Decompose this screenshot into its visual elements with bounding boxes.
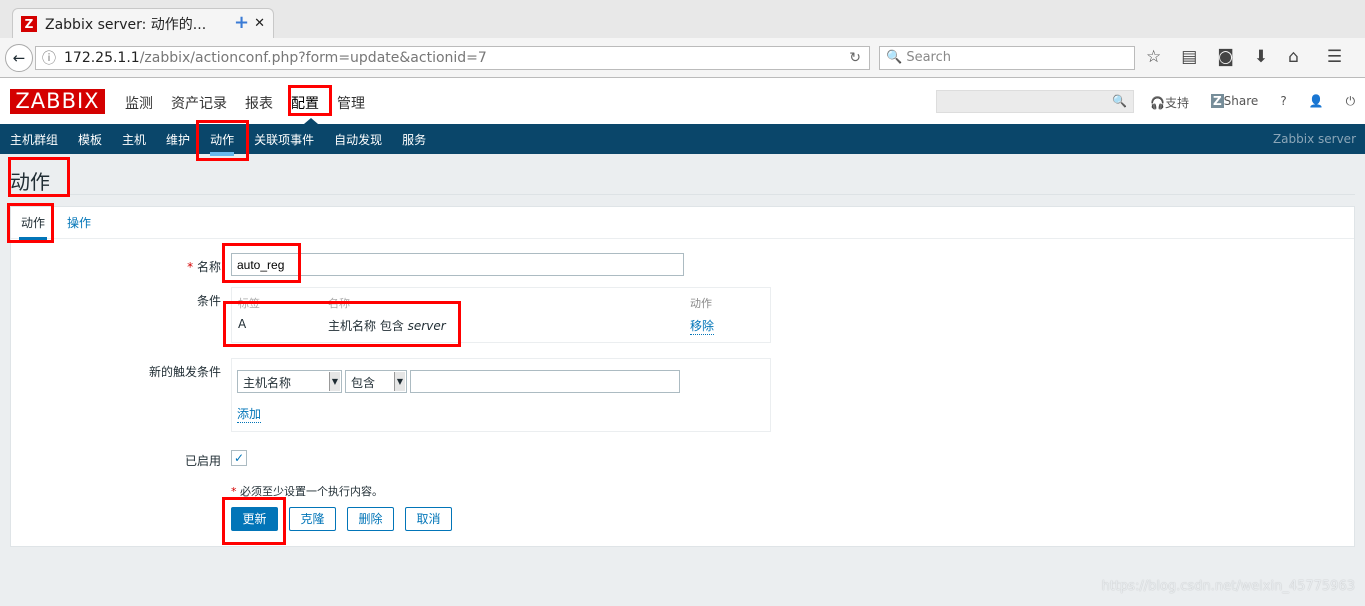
enabled-label: 已启用 [184,454,221,468]
search-icon[interactable]: 🔍 [1112,94,1127,108]
cancel-button[interactable]: 取消 [405,507,452,531]
highlight-box [196,120,249,161]
bookmark-star-icon[interactable]: ☆ [1146,47,1161,67]
user-profile-icon[interactable]: 👤 [1309,94,1324,111]
reading-list-icon[interactable]: ▤ [1181,47,1197,67]
add-condition-link[interactable]: 添加 [237,405,262,423]
submenu-discovery[interactable]: 自动发现 [334,131,382,148]
dropdown-arrow-icon: ▼ [394,372,405,391]
highlight-box [222,497,286,545]
enabled-checkbox[interactable]: ✓ [231,450,247,466]
url-host: 172.25.1.1 [64,50,140,66]
zabbix-logo[interactable]: ZABBIX [10,89,105,114]
highlight-box [7,203,54,243]
search-placeholder: Search [906,50,951,65]
home-icon[interactable]: ⌂ [1288,47,1299,67]
condition-type-select[interactable]: 主机名称 ▼ [237,370,342,393]
download-icon[interactable]: ⬇ [1254,47,1268,67]
clone-button[interactable]: 克隆 [289,507,336,531]
submenu-services[interactable]: 服务 [402,131,426,148]
new-condition-label: 新的触发条件 [148,365,221,379]
pocket-icon[interactable]: ◙ [1217,47,1234,67]
reload-icon[interactable]: ↻ [849,50,861,66]
submenu-maintenance[interactable]: 维护 [166,131,190,148]
highlight-box [223,301,461,347]
help-icon[interactable]: ? [1280,94,1286,111]
new-condition-box: 主机名称 ▼ 包含 ▼ 添加 [231,358,771,432]
highlight-box [288,85,332,116]
support-link[interactable]: 🎧支持 [1150,94,1189,111]
tab-operations[interactable]: 操作 [67,214,91,231]
share-link[interactable]: Z Share [1210,94,1259,111]
watermark: https://blog.csdn.net/weixin_45775963 [1101,579,1355,594]
browser-search-input[interactable]: 🔍 Search [879,46,1135,70]
name-label: * 名称 [187,260,221,274]
url-bar[interactable]: ⓘ 172.25.1.1/zabbix/actionconf.php?form=… [35,46,870,70]
menu-inventory[interactable]: 资产记录 [171,93,227,113]
submenu-hosts[interactable]: 主机 [122,131,146,148]
new-tab-icon[interactable]: + [234,12,249,33]
browser-navbar: ← ⓘ 172.25.1.1/zabbix/actionconf.php?for… [0,38,1365,78]
highlight-box [222,243,301,283]
global-search-input[interactable]: 🔍 [936,90,1134,113]
delete-button[interactable]: 删除 [347,507,394,531]
menu-reports[interactable]: 报表 [245,93,273,113]
action-form: 动作 操作 * 名称 条件 标签 名称 动作 A 主机名称 包含 server … [10,206,1355,547]
menu-monitoring[interactable]: 监测 [125,93,153,113]
share-label: Share [1223,94,1259,108]
menu-icon[interactable]: ☰ [1327,47,1342,67]
col-action: 动作 [690,297,712,310]
dropdown-arrow-icon: ▼ [329,372,340,391]
condition-operator-select[interactable]: 包含 ▼ [345,370,407,393]
highlight-box [8,157,70,197]
menu-administration[interactable]: 管理 [337,93,365,113]
server-name: Zabbix server [1272,132,1356,146]
remove-condition-link[interactable]: 移除 [690,317,715,335]
zabbix-favicon: Z [21,15,37,32]
conditions-label: 条件 [196,294,221,308]
back-icon[interactable]: ← [5,44,33,72]
browser-tabstrip: Z Zabbix server: 动作的... ✕ + [0,0,1365,38]
zabbix-header: ZABBIX 监测 资产记录 报表 配置 管理 🔍 🎧支持 Z Share ? 👤… [0,78,1365,124]
info-icon: ⓘ [42,51,56,67]
url-path: /zabbix/actionconf.php?form=update&actio… [139,50,487,66]
submenu-host-groups[interactable]: 主机群组 [10,131,58,148]
submenu-correlation[interactable]: 关联项事件 [254,131,314,148]
share-z-icon: Z [1210,94,1224,108]
tab-title: Zabbix server: 动作的... [45,16,207,33]
headset-icon: 🎧 [1150,96,1165,110]
logout-icon[interactable]: ⏻ [1346,94,1356,111]
close-tab-icon[interactable]: ✕ [254,16,265,31]
condition-value-input[interactable] [410,370,680,393]
submenu-templates[interactable]: 模板 [78,131,102,148]
support-label: 支持 [1164,96,1189,110]
divider [10,194,1355,195]
